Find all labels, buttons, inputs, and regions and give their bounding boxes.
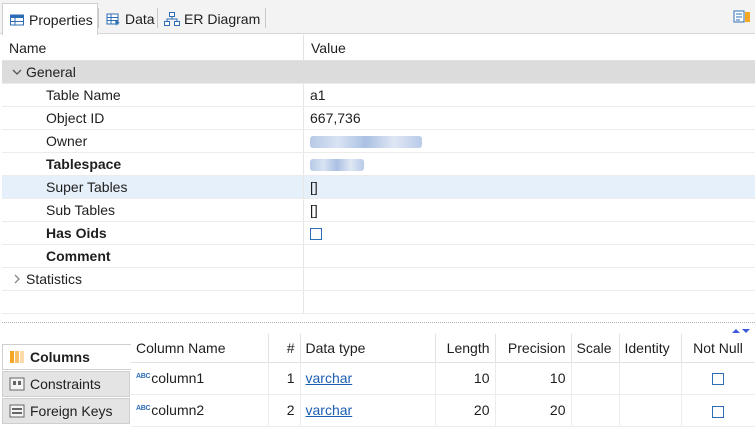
property-row-tablespace[interactable]: Tablespace [2, 153, 755, 176]
side-tab-constraints[interactable]: Constraints [2, 371, 130, 397]
panel-splitter[interactable] [2, 322, 755, 333]
tab-label: ER Diagram [184, 10, 261, 27]
precision-cell: 20 [495, 394, 572, 427]
length-cell: 10 [435, 362, 496, 395]
group-row-statistics[interactable]: Statistics [2, 268, 755, 291]
not-null-checkbox[interactable] [712, 373, 724, 386]
header-identity[interactable]: Identity [619, 334, 682, 363]
tab-er-diagram[interactable]: ER Diagram [158, 3, 264, 34]
header-data-type[interactable]: Data type [300, 334, 436, 363]
header-not-null[interactable]: Not Null [681, 334, 755, 363]
property-name: Comment [46, 248, 111, 264]
value-column-header[interactable]: Value [304, 35, 755, 60]
side-tab-label: Foreign Keys [30, 403, 113, 419]
editor-tab-bar: Properties Data ER Diagram [0, 0, 755, 35]
header-precision[interactable]: Precision [495, 334, 572, 363]
table-row[interactable]: ABCcolumn2 2 varchar 20 20 [131, 394, 755, 427]
property-row-sub-tables[interactable]: Sub Tables [] [2, 199, 755, 222]
property-row-comment[interactable]: Comment [2, 245, 755, 268]
property-row-owner[interactable]: Owner [2, 130, 755, 153]
columns-table: Column Name # Data type Length Precision… [131, 334, 755, 427]
panel-toolbar-icon[interactable] [733, 9, 751, 25]
data-type-link[interactable]: varchar [306, 402, 353, 418]
table-row[interactable]: ABCcolumn1 1 varchar 10 10 [131, 362, 755, 395]
tab-data[interactable]: Data [99, 3, 159, 34]
property-name: Sub Tables [46, 202, 116, 218]
constraints-icon [9, 377, 25, 391]
er-diagram-icon [164, 11, 180, 27]
text-type-icon: ABC [136, 373, 151, 381]
detail-side-tabs: Columns Constraints Foreign Keys [0, 334, 131, 427]
chevron-down-icon[interactable] [12, 61, 22, 83]
tab-label: Data [125, 10, 155, 27]
index-cell: 2 [268, 394, 301, 427]
group-row-general[interactable]: General [2, 61, 755, 84]
columns-icon [9, 350, 25, 364]
foreign-keys-icon [9, 404, 25, 418]
property-name: Owner [46, 133, 88, 149]
property-name: Has Oids [46, 225, 107, 241]
comment-value[interactable] [304, 245, 755, 267]
scale-cell [571, 394, 620, 427]
tab-divider [265, 8, 266, 28]
identity-cell [619, 362, 682, 395]
header-length[interactable]: Length [435, 334, 496, 363]
property-name: Object ID [46, 110, 105, 126]
properties-grid: Name Value General Table Name a1 Object … [2, 35, 755, 322]
redacted-owner-value [310, 136, 422, 149]
side-tab-columns[interactable]: Columns [2, 344, 131, 370]
property-row-has-oids[interactable]: Has Oids [2, 222, 755, 245]
chevron-right-icon[interactable] [12, 268, 22, 290]
precision-cell: 10 [495, 362, 572, 395]
not-null-checkbox[interactable] [712, 405, 724, 418]
data-grid-icon [105, 11, 121, 27]
properties-table-icon [9, 12, 25, 28]
tab-properties[interactable]: Properties [2, 3, 98, 35]
side-tab-label: Constraints [30, 376, 101, 392]
maximize-arrows-icon[interactable] [729, 323, 751, 333]
side-tab-foreign-keys[interactable]: Foreign Keys [2, 398, 130, 424]
property-value[interactable]: 667,736 [304, 107, 755, 129]
property-value[interactable]: [] [304, 176, 755, 198]
side-tab-label: Columns [30, 349, 90, 365]
text-type-icon: ABC [136, 405, 151, 413]
column-name-cell: column2 [151, 402, 205, 419]
header-column-name[interactable]: Column Name [131, 334, 269, 363]
properties-grid-header: Name Value [2, 35, 755, 61]
property-name: Tablespace [46, 156, 122, 172]
scale-cell [571, 362, 620, 395]
property-value[interactable]: [] [304, 199, 755, 221]
name-column-header[interactable]: Name [2, 35, 304, 60]
has-oids-checkbox[interactable] [310, 228, 322, 241]
property-name: Super Tables [46, 179, 128, 195]
identity-cell [619, 394, 682, 427]
tab-label: Properties [29, 11, 93, 28]
header-scale[interactable]: Scale [571, 334, 620, 363]
header-index[interactable]: # [268, 334, 301, 363]
property-value[interactable]: a1 [304, 84, 755, 106]
data-type-link[interactable]: varchar [306, 370, 353, 386]
length-cell: 20 [435, 394, 496, 427]
column-name-cell: column1 [151, 370, 205, 387]
property-row-object-id[interactable]: Object ID 667,736 [2, 107, 755, 130]
index-cell: 1 [268, 362, 301, 395]
property-row-super-tables[interactable]: Super Tables [] [2, 176, 755, 199]
columns-table-header: Column Name # Data type Length Precision… [131, 334, 755, 363]
property-row-table-name[interactable]: Table Name a1 [2, 84, 755, 107]
empty-row [2, 291, 755, 314]
property-name: Table Name [46, 87, 121, 103]
redacted-tablespace-value [310, 159, 364, 172]
